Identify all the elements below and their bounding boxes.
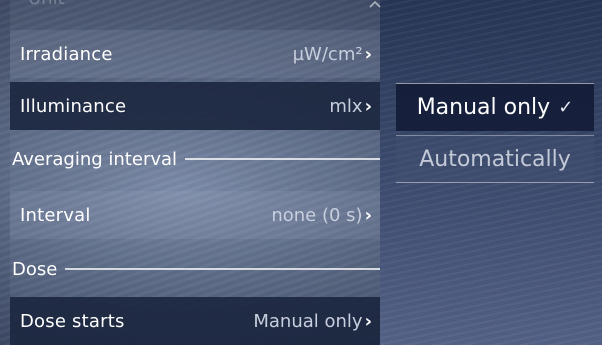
row-label: Irradiance <box>20 43 113 65</box>
row-label: Dose starts <box>20 310 125 332</box>
row-label: Illuminance <box>20 95 127 117</box>
section-title: Averaging interval <box>12 148 178 170</box>
dose-starts-value: Manual only <box>253 310 363 332</box>
row-value: µW/cm² › <box>293 44 372 65</box>
dose-starts-dropdown: Manual only ✓ Automatically <box>396 83 594 185</box>
settings-panel: Unit Irradiance µW/cm² › Illuminance mlx… <box>10 0 382 345</box>
row-dose-starts[interactable]: Dose starts Manual only › <box>10 297 380 345</box>
row-illuminance[interactable]: Illuminance mlx › <box>10 82 380 130</box>
option-label: Manual only <box>416 95 551 120</box>
row-value: mlx › <box>329 96 372 117</box>
illuminance-unit: mlx <box>329 95 363 117</box>
chevron-right-icon: › <box>364 43 372 65</box>
chevron-right-icon: › <box>364 310 372 332</box>
irradiance-unit: µW/cm² <box>292 43 363 65</box>
section-title: Dose <box>12 258 58 280</box>
partial-section-title: Unit <box>28 0 65 9</box>
row-interval[interactable]: Interval none (0 s) › <box>10 191 380 239</box>
option-manual-only[interactable]: Manual only ✓ <box>396 83 594 131</box>
checkmark-icon: ✓ <box>558 97 574 118</box>
section-dose: Dose <box>10 254 380 284</box>
chevron-right-icon: › <box>364 95 372 117</box>
row-value: none (0 s) › <box>271 205 372 226</box>
interval-value: none (0 s) <box>271 204 363 226</box>
section-divider <box>65 268 380 270</box>
row-value: Manual only › <box>253 311 372 332</box>
chevron-up-icon[interactable] <box>368 0 382 12</box>
section-averaging-interval: Averaging interval <box>10 144 380 174</box>
row-label: Interval <box>20 204 91 226</box>
option-label: Automatically <box>419 146 571 172</box>
option-automatically[interactable]: Automatically <box>396 135 594 183</box>
chevron-right-icon: › <box>364 204 372 226</box>
row-irradiance[interactable]: Irradiance µW/cm² › <box>10 30 380 78</box>
section-divider <box>185 158 380 160</box>
